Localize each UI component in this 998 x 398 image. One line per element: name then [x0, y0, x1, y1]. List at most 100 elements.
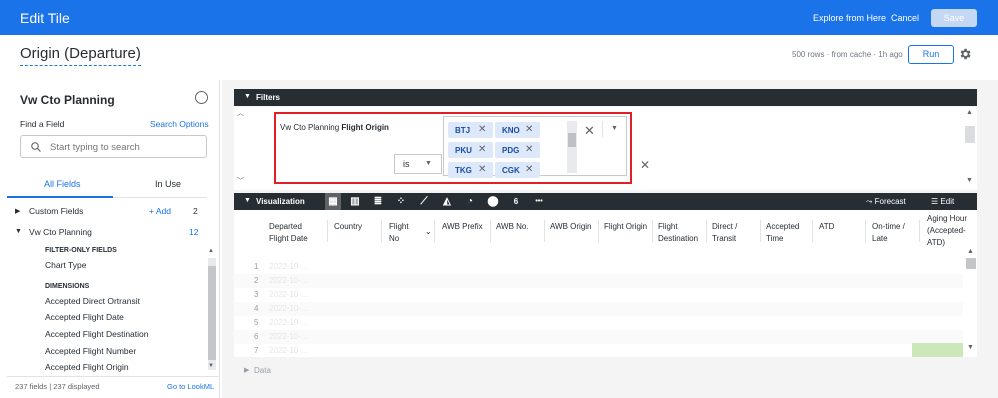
table-scrollbar[interactable]: ▲ ▼	[965, 247, 977, 355]
single-value-icon[interactable]: 6	[508, 193, 524, 210]
cancel-button[interactable]: Cancel	[891, 13, 919, 23]
top-bar: Edit Tile Explore from Here Cancel Save	[0, 0, 998, 35]
column-header[interactable]: AWB Prefix	[442, 221, 492, 233]
column-header[interactable]: On-time / Late	[872, 221, 910, 245]
scroll-up-icon[interactable]: ▲	[967, 248, 974, 255]
results-table: Departed Flight Date Country Flight No ⌄…	[234, 210, 977, 357]
scroll-up-icon[interactable]: ▲	[208, 248, 214, 254]
column-header[interactable]: AWB Origin	[550, 221, 602, 233]
filter-values-input[interactable]: BTJ ✕ KNO ✕ PKU ✕ PDG ✕ TKG ✕ CGK ✕ ✕ ▼	[443, 116, 627, 178]
forecast-button[interactable]: ⤳ Forecast	[866, 197, 906, 207]
caret-down-icon: ▼	[15, 228, 22, 235]
caret-right-icon: ▶	[15, 208, 21, 215]
forecast-label: Forecast	[874, 197, 906, 206]
active-tab-indicator	[7, 196, 113, 198]
sidebar-footer: 237 fields | 237 displayed Go to LookML	[7, 376, 220, 398]
clear-values-icon[interactable]: ✕	[584, 123, 595, 139]
search-options-link[interactable]: Search Options	[150, 119, 209, 129]
search-input[interactable]	[50, 140, 200, 154]
scroll-down-icon[interactable]: ▼	[208, 363, 214, 369]
tile-title[interactable]: Origin (Departure)	[20, 45, 141, 66]
area-chart-icon[interactable]: ◭	[439, 193, 455, 210]
data-section-header[interactable]: ▶ Data	[234, 362, 977, 379]
filter-row-flight-origin: Vw Cto Planning Flight Origin is ▼ BTJ ✕ K…	[274, 112, 632, 184]
add-custom-field-button[interactable]: + Add	[149, 206, 171, 216]
scrollbar-thumb[interactable]	[965, 126, 975, 143]
filters-right-scroll[interactable]: ▲ ▼	[963, 107, 977, 190]
line-chart-icon[interactable]: ⟋	[416, 193, 432, 210]
scatter-icon[interactable]: ⁘	[393, 193, 409, 210]
filter-operator-select[interactable]: is ▼	[394, 154, 442, 174]
chevron-down-icon[interactable]: ▼	[602, 121, 626, 137]
scroll-up-icon[interactable]: ︿	[237, 108, 244, 118]
filter-value-tag: PDG ✕	[495, 142, 540, 158]
scrollbar-thumb[interactable]	[208, 266, 216, 360]
more-icon[interactable]: •••	[531, 193, 547, 210]
remove-tag-icon[interactable]: ✕	[478, 124, 486, 135]
field-item[interactable]: Accepted Direct Ortransit	[45, 296, 140, 306]
tab-in-use[interactable]: In Use	[155, 179, 181, 189]
tags-scrollbar[interactable]	[567, 121, 577, 173]
sort-chevron-icon[interactable]: ⌄	[425, 227, 432, 236]
table-row: 7 2022-10-...	[234, 344, 963, 358]
main-panel: ▼ Filters ︿ ﹀ Vw Cto Planning Flight Ori…	[222, 80, 998, 398]
remove-filter-icon[interactable]: ✕	[640, 158, 650, 172]
run-button[interactable]: Run	[908, 45, 954, 64]
column-header[interactable]: ATD	[819, 221, 859, 233]
row-number: 1	[254, 262, 259, 271]
pie-chart-icon[interactable]: ◔	[462, 193, 478, 210]
visualization-section-header[interactable]: ▼ Visualization ▦ ▥ ≣ ⁘ ⟋ ◭ ◔ ⬤ 6 ••• ⤳ …	[234, 193, 977, 210]
operator-value: is	[403, 159, 410, 169]
go-to-lookml-link[interactable]: Go to LookML	[167, 382, 214, 391]
column-divider	[381, 220, 382, 242]
field-item[interactable]: Accepted Flight Origin	[45, 362, 129, 372]
remove-tag-icon[interactable]: ✕	[525, 144, 533, 155]
scroll-down-icon[interactable]: ▼	[966, 177, 973, 184]
column-header[interactable]: Direct / Transit	[712, 221, 760, 245]
field-search[interactable]	[20, 135, 207, 158]
filters-panel: ︿ ﹀ Vw Cto Planning Flight Origin is ▼ BT…	[234, 107, 977, 190]
sidebar-scrollbar[interactable]	[208, 258, 216, 370]
field-item[interactable]: Accepted Flight Date	[45, 312, 124, 322]
remove-tag-icon[interactable]: ✕	[525, 124, 533, 135]
column-header[interactable]: Accepted Time	[766, 221, 814, 245]
tab-all-fields[interactable]: All Fields	[44, 179, 81, 189]
filters-section-header[interactable]: ▼ Filters	[234, 89, 977, 106]
scroll-down-icon[interactable]: ▼	[967, 344, 974, 351]
filters-left-scroll[interactable]: ︿ ﹀	[234, 107, 247, 190]
field-item[interactable]: Accepted Flight Number	[45, 346, 136, 356]
table-icon[interactable]: ▦	[325, 193, 341, 210]
column-header[interactable]: Flight Origin	[604, 221, 656, 233]
field-item[interactable]: Chart Type	[45, 260, 86, 270]
explore-from-here-link[interactable]: Explore from Here	[813, 13, 886, 23]
field-item[interactable]: Accepted Flight Destination	[45, 329, 148, 339]
column-header[interactable]: Flight No	[389, 221, 419, 245]
column-header[interactable]: Flight Destination	[658, 221, 708, 245]
scroll-up-icon[interactable]: ▲	[966, 109, 973, 116]
row-cell: 2022-10-...	[269, 346, 308, 355]
gear-icon[interactable]	[958, 47, 972, 61]
group-vw-cto-planning[interactable]: ▼ Vw Cto Planning 12	[7, 225, 207, 241]
remove-tag-icon[interactable]: ✕	[525, 164, 533, 175]
column-header[interactable]: Country	[334, 221, 374, 233]
collapse-sidebar-icon[interactable]	[195, 91, 208, 104]
column-divider	[652, 220, 653, 242]
remove-tag-icon[interactable]: ✕	[478, 144, 486, 155]
tag-label: PDG	[502, 146, 520, 155]
bar-chart-icon[interactable]: ▥	[347, 193, 363, 210]
tile-header: Origin (Departure) 500 rows · from cache…	[0, 35, 998, 80]
map-pin-icon[interactable]: ⬤	[485, 193, 501, 210]
scrollbar-thumb[interactable]	[568, 133, 576, 147]
scroll-down-icon[interactable]: ﹀	[237, 176, 244, 186]
save-button[interactable]: Save	[931, 9, 977, 27]
filter-view-name: Vw Cto Planning	[280, 123, 340, 132]
scrollbar-thumb[interactable]	[966, 258, 976, 269]
text-icon[interactable]: ≣	[370, 193, 386, 210]
edit-visualization-button[interactable]: ☰ Edit	[931, 197, 954, 206]
tag-label: KNO	[502, 126, 520, 135]
remove-tag-icon[interactable]: ✕	[478, 164, 486, 175]
column-header[interactable]: Departed Flight Date	[269, 221, 319, 245]
group-custom-fields[interactable]: ▶ Custom Fields + Add 2	[7, 204, 207, 220]
column-header[interactable]: AWB No.	[496, 221, 546, 233]
table-row: 3 2022-10-...	[234, 288, 963, 302]
